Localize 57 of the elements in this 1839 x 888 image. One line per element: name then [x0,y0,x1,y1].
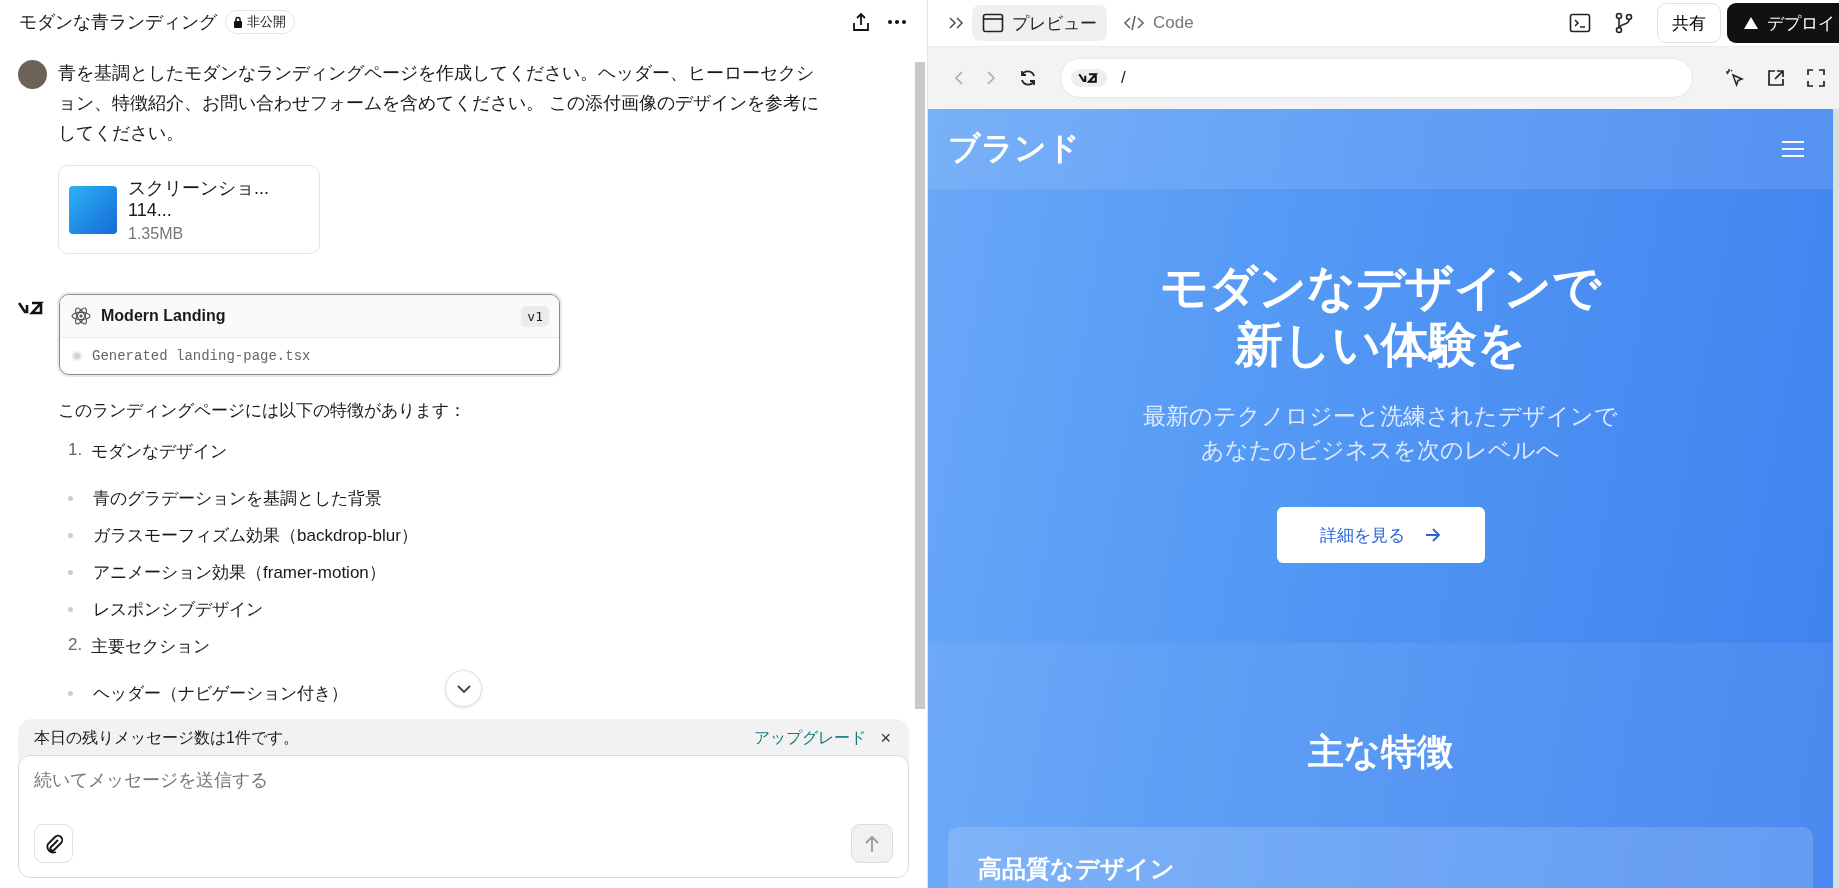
share-button[interactable]: 共有 [1657,3,1721,43]
user-avatar [18,60,47,89]
code-icon [1123,13,1145,33]
bullet-icon [68,533,73,538]
bullet-icon [68,691,73,696]
code-tab[interactable]: Code [1113,5,1204,41]
hero-title: モダンなデザインで 新しい体験を [1160,260,1601,373]
address-field[interactable]: / [1060,58,1693,98]
paperclip-icon [43,833,64,854]
url-path: / [1121,68,1126,88]
list-item: アニメーション効果（framer-motion） [93,562,386,584]
deploy-button[interactable]: デプロイ [1727,3,1839,43]
file-size: 1.35MB [128,225,185,243]
artifact-card[interactable]: Modern Landing v1 Generated landing-page.tsx [59,294,560,375]
image-thumbnail [69,185,117,234]
atom-icon [70,305,92,327]
feature-title: 高品質なデザイン [978,854,1176,884]
v0-logo-icon [1071,69,1107,87]
chevron-down-icon [455,683,472,694]
notice-text: 本日の残りメッセージ数は1件です。 [34,728,299,748]
v0-logo-icon [18,300,46,316]
list-item: ガラスモーフィズム効果（backdrop-blur） [93,525,418,547]
list-item: ヘッダー（ナビゲーション付き） [93,683,348,705]
version-badge: v1 [521,305,549,327]
list-item: 主要セクション [91,636,211,658]
list-item: レスポンシブデザイン [93,599,263,621]
scroll-down-button[interactable] [445,670,482,707]
chat-title: モダンな青ランディング [19,11,217,34]
hero-subtitle: 最新のテクノロジーと洗練されたデザインで あなたのビジネスを次のレベルへ [1143,402,1618,465]
preview-tab[interactable]: プレビュー [972,5,1107,41]
arrow-up-icon [864,834,880,853]
window-icon [982,13,1004,33]
message-text: 青を基調としたモダンなランディングページを作成してください。ヘッダー、ヒーローセクション、特徴紹介、お問い合わせフォームを含めてください。 この添付画像のデザインを参考にしてください。 [58,62,820,145]
send-button[interactable] [851,824,893,863]
list-item: 青のグラデーションを基調とした背景 [93,488,382,510]
close-button[interactable]: × [880,728,891,749]
reply-text: このランディングページには以下の特徴があります： [58,400,467,422]
upgrade-link[interactable]: アップグレード [754,728,867,749]
bullet-icon [68,570,73,575]
triangle-icon [1743,16,1759,30]
artifact-title: Modern Landing [101,307,227,325]
status-dot [72,351,82,361]
bullet-icon [68,496,73,501]
attach-button[interactable] [34,824,73,863]
section-title: 主な特徴 [1308,730,1453,774]
list-item: モダンなデザイン [91,441,228,463]
status-text: Generated landing-page.tsx [92,348,311,364]
expand-icon[interactable] [948,16,966,30]
lock-icon [232,16,244,28]
list-number: 1. [68,440,83,461]
scrollbar[interactable] [915,62,925,709]
details-button[interactable]: 詳細を見る [1276,507,1485,563]
bullet-icon [68,607,73,612]
file-name: スクリーンショ... 114... [128,177,270,221]
list-number: 2. [68,635,83,656]
arrow-icon [1425,528,1441,542]
attachment-card[interactable]: スクリーンショ... 114... 1.35MB [58,165,320,254]
